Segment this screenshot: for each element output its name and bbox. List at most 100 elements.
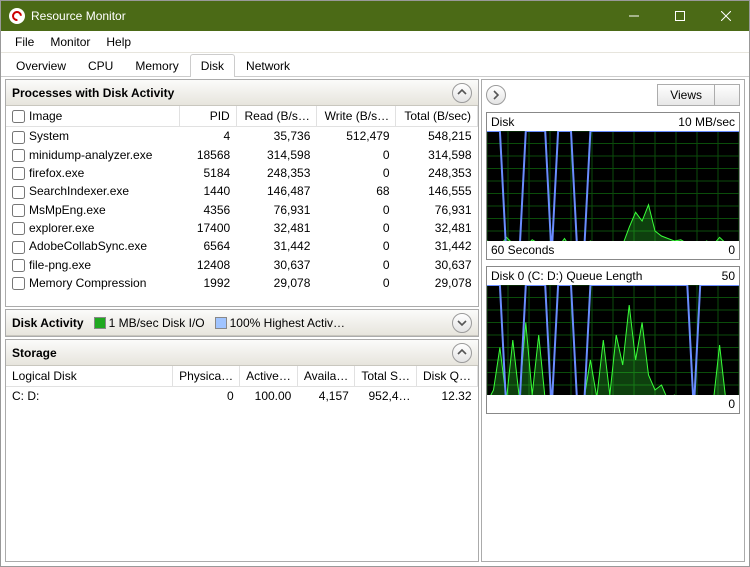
legend-label-active: 100% Highest Active T… xyxy=(230,316,350,330)
minimize-button[interactable] xyxy=(611,1,657,31)
table-row[interactable]: MsMpEng.exe435676,931076,931 xyxy=(6,201,478,219)
cell-pid: 4356 xyxy=(180,201,236,219)
app-icon xyxy=(9,8,25,24)
tabbar: OverviewCPUMemoryDiskNetwork xyxy=(1,53,749,77)
menu-monitor[interactable]: Monitor xyxy=(42,33,98,51)
row-checkbox[interactable] xyxy=(12,241,25,254)
processes-table: ImagePIDRead (B/s…Write (B/s…Total (B/se… xyxy=(6,106,478,292)
cell-read: 31,442 xyxy=(236,237,316,255)
cell-image: Memory Compression xyxy=(6,274,180,292)
processes-title: Processes with Disk Activity xyxy=(12,86,174,100)
table-row[interactable]: Memory Compression199229,078029,078 xyxy=(6,274,478,292)
cell-read: 248,353 xyxy=(236,164,316,182)
row-checkbox[interactable] xyxy=(12,131,25,144)
column-header[interactable]: Disk Q… xyxy=(417,366,478,387)
cell-image: MsMpEng.exe xyxy=(6,201,180,219)
cell-read: 146,487 xyxy=(236,182,316,200)
views-button[interactable]: Views xyxy=(657,84,740,106)
cell-image: AdobeCollabSync.exe xyxy=(6,237,180,255)
menu-file[interactable]: File xyxy=(7,33,42,51)
table-row[interactable]: C: D:0100.004,157952,4…12.32 xyxy=(6,387,478,406)
cell-pid: 1440 xyxy=(180,182,236,200)
close-button[interactable] xyxy=(703,1,749,31)
table-row[interactable]: System435,736512,479548,215 xyxy=(6,127,478,146)
table-row[interactable]: explorer.exe1740032,481032,481 xyxy=(6,219,478,237)
menu-help[interactable]: Help xyxy=(98,33,139,51)
charts-expand-button[interactable] xyxy=(486,85,506,105)
cell-image: firefox.exe xyxy=(6,164,180,182)
cell-pid: 18568 xyxy=(180,146,236,164)
storage-table: Logical DiskPhysica…Active…Availa…Total … xyxy=(6,366,478,405)
collapse-button[interactable] xyxy=(452,83,472,103)
cell-write: 0 xyxy=(316,201,395,219)
row-checkbox[interactable] xyxy=(12,259,25,272)
column-header[interactable]: Total S… xyxy=(355,366,417,387)
cell-write: 0 xyxy=(316,237,395,255)
row-checkbox[interactable] xyxy=(12,277,25,290)
table-row[interactable]: SearchIndexer.exe1440146,48768146,555 xyxy=(6,182,478,200)
cell-image: explorer.exe xyxy=(6,219,180,237)
cell: 952,4… xyxy=(355,387,417,406)
cell-total: 314,598 xyxy=(396,146,478,164)
column-header[interactable]: Image xyxy=(6,106,180,127)
column-header[interactable]: Write (B/s… xyxy=(316,106,395,127)
cell-pid: 12408 xyxy=(180,256,236,274)
storage-title: Storage xyxy=(12,346,57,360)
views-label: Views xyxy=(658,88,714,102)
expand-button[interactable] xyxy=(452,313,472,333)
row-checkbox[interactable] xyxy=(12,149,25,162)
collapse-button[interactable] xyxy=(452,343,472,363)
cell-pid: 1992 xyxy=(180,274,236,292)
tab-network[interactable]: Network xyxy=(235,54,301,77)
column-header[interactable]: Total (B/sec) xyxy=(396,106,478,127)
views-dropdown-icon[interactable] xyxy=(714,85,739,105)
column-header[interactable]: Physica… xyxy=(173,366,240,387)
tab-overview[interactable]: Overview xyxy=(5,54,77,77)
row-checkbox[interactable] xyxy=(12,204,25,217)
cell-write: 0 xyxy=(316,274,395,292)
select-all-checkbox[interactable] xyxy=(12,110,25,123)
row-checkbox[interactable] xyxy=(12,167,25,180)
cell-write: 0 xyxy=(316,146,395,164)
storage-table-wrap[interactable]: Logical DiskPhysica…Active…Availa…Total … xyxy=(6,366,478,561)
cell-read: 35,736 xyxy=(236,127,316,146)
tab-cpu[interactable]: CPU xyxy=(77,54,124,77)
activity-panel: Disk Activity 1 MB/sec Disk I/O 100% Hig… xyxy=(5,309,479,337)
storage-header[interactable]: Storage xyxy=(6,340,478,366)
table-row[interactable]: minidump-analyzer.exe18568314,5980314,59… xyxy=(6,146,478,164)
row-checkbox[interactable] xyxy=(12,222,25,235)
cell-image: System xyxy=(6,127,180,146)
cell-pid: 5184 xyxy=(180,164,236,182)
chart-scale: 10 MB/sec xyxy=(678,115,735,129)
titlebar: Resource Monitor xyxy=(1,1,749,31)
table-row[interactable]: file-png.exe1240830,637030,637 xyxy=(6,256,478,274)
tab-memory[interactable]: Memory xyxy=(124,54,189,77)
tab-disk[interactable]: Disk xyxy=(190,54,235,77)
maximize-button[interactable] xyxy=(657,1,703,31)
cell-total: 146,555 xyxy=(396,182,478,200)
column-header[interactable]: Logical Disk xyxy=(6,366,173,387)
cell-image: minidump-analyzer.exe xyxy=(6,146,180,164)
activity-header[interactable]: Disk Activity 1 MB/sec Disk I/O 100% Hig… xyxy=(6,310,478,336)
column-header[interactable]: Read (B/s… xyxy=(236,106,316,127)
activity-title: Disk Activity xyxy=(12,316,84,330)
processes-table-wrap[interactable]: ImagePIDRead (B/s…Write (B/s…Total (B/se… xyxy=(6,106,478,306)
processes-panel: Processes with Disk Activity ImagePIDRea… xyxy=(5,79,479,307)
cell-total: 29,078 xyxy=(396,274,478,292)
row-checkbox[interactable] xyxy=(12,186,25,199)
table-row[interactable]: firefox.exe5184248,3530248,353 xyxy=(6,164,478,182)
chart-foot-right: 0 xyxy=(728,243,735,257)
cell-read: 30,637 xyxy=(236,256,316,274)
cell-image: SearchIndexer.exe xyxy=(6,182,180,200)
processes-header[interactable]: Processes with Disk Activity xyxy=(6,80,478,106)
cell-total: 248,353 xyxy=(396,164,478,182)
table-row[interactable]: AdobeCollabSync.exe656431,442031,442 xyxy=(6,237,478,255)
column-header[interactable]: Active… xyxy=(240,366,298,387)
column-header[interactable]: Availa… xyxy=(297,366,354,387)
chart-canvas xyxy=(487,131,739,241)
chart-title: Disk 0 (C: D:) Queue Length xyxy=(491,269,642,283)
cell-pid: 4 xyxy=(180,127,236,146)
window-title: Resource Monitor xyxy=(31,9,611,23)
column-header[interactable]: PID xyxy=(180,106,236,127)
cell-total: 30,637 xyxy=(396,256,478,274)
